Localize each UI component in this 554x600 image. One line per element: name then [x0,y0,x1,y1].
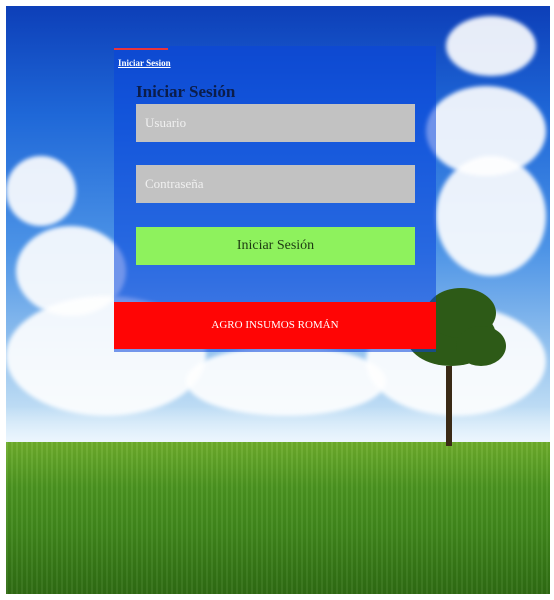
cloud-shape [446,16,536,76]
username-input[interactable] [136,104,415,142]
cloud-shape [436,156,546,276]
brand-name: AGRO INSUMOS ROMÁN [211,319,339,331]
tab-active-indicator [114,48,168,50]
login-submit-button[interactable]: Iniciar Sesión [136,227,415,265]
password-input[interactable] [136,165,415,203]
grass-texture [6,442,550,594]
tab-login-label[interactable]: Iniciar Sesion [118,58,171,68]
tree-crown [456,326,506,366]
login-form-title: Iniciar Sesión [136,82,236,101]
login-tab[interactable]: Iniciar Sesion [114,46,171,72]
brand-footer-bar: AGRO INSUMOS ROMÁN [114,302,436,349]
tree-trunk [446,366,452,446]
cloud-shape [6,156,76,226]
